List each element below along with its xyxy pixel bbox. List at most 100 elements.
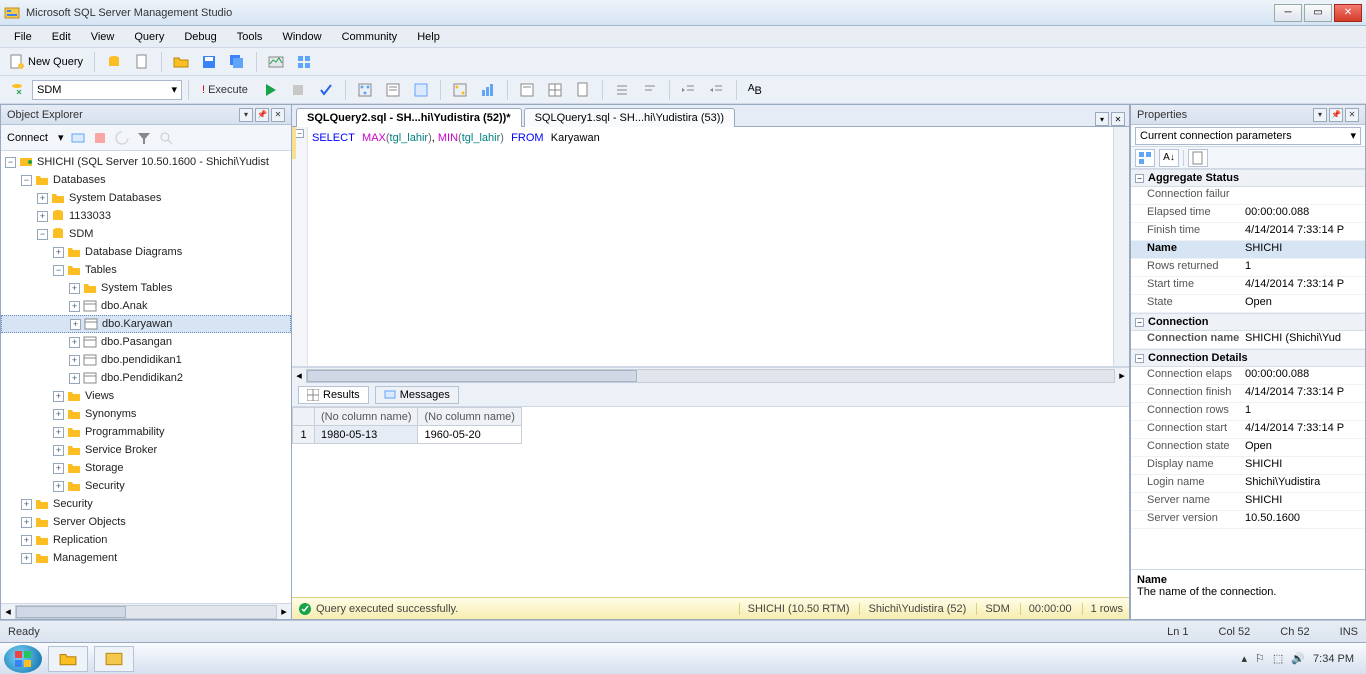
cell-1-1[interactable]: 1980-05-13 — [315, 426, 418, 444]
new-db-query-icon[interactable] — [101, 51, 127, 73]
menu-tools[interactable]: Tools — [229, 29, 271, 45]
debug-play-icon[interactable] — [257, 79, 283, 101]
menu-view[interactable]: View — [83, 29, 123, 45]
storage-node[interactable]: Storage — [85, 462, 124, 474]
mgmt-node[interactable]: Management — [53, 552, 117, 564]
prop-name-row[interactable]: NameSHICHI — [1131, 241, 1365, 259]
tab-sqlquery1[interactable]: SQLQuery1.sql - SH...hi\Yudistira (53)) — [524, 108, 736, 127]
dd-node[interactable]: Database Diagrams — [85, 246, 182, 258]
editor-content[interactable]: SELECT MAX(tgl_lahir), MIN(tgl_lahir) FR… — [308, 127, 1113, 366]
expand-toggle[interactable]: − — [37, 229, 48, 240]
col-header-2[interactable]: (No column name) — [418, 408, 521, 426]
intellisense-icon[interactable] — [408, 79, 434, 101]
actual-plan-icon[interactable] — [447, 79, 473, 101]
sec-node[interactable]: Security — [85, 480, 125, 492]
expand-toggle[interactable]: + — [53, 391, 64, 402]
menu-debug[interactable]: Debug — [176, 29, 224, 45]
save-icon[interactable] — [196, 51, 222, 73]
table-row[interactable]: 1 1980-05-13 1960-05-20 — [293, 426, 522, 444]
open-folder-icon[interactable] — [168, 51, 194, 73]
t5-node[interactable]: dbo.Pendidikan2 — [101, 372, 183, 384]
task-explorer[interactable] — [48, 646, 88, 672]
save-all-icon[interactable] — [224, 51, 250, 73]
expand-toggle[interactable]: − — [5, 157, 16, 168]
maximize-button[interactable]: ▭ — [1304, 4, 1332, 22]
t2-node[interactable]: dbo.Karyawan — [102, 318, 172, 330]
minimize-button[interactable]: ─ — [1274, 4, 1302, 22]
editor-hscrollbar[interactable]: ◂▸ — [292, 367, 1129, 383]
uncomment-icon[interactable] — [637, 79, 663, 101]
menu-query[interactable]: Query — [126, 29, 172, 45]
panel-pin-icon[interactable]: 📌 — [255, 108, 269, 122]
syn-node[interactable]: Synonyms — [85, 408, 136, 420]
stop-icon[interactable] — [285, 79, 311, 101]
expand-toggle[interactable]: + — [69, 337, 80, 348]
hscrollbar[interactable]: ◂▸ — [1, 603, 291, 619]
expand-toggle[interactable]: + — [21, 517, 32, 528]
execute-button[interactable]: ! Execute — [195, 79, 255, 101]
stop-refresh-icon[interactable] — [92, 130, 108, 146]
sql-editor[interactable]: − SELECT MAX(tgl_lahir), MIN(tgl_lahir) … — [292, 127, 1129, 367]
databases-node[interactable]: Databases — [53, 174, 106, 186]
comment-icon[interactable] — [609, 79, 635, 101]
results-text-icon[interactable] — [514, 79, 540, 101]
expand-toggle[interactable]: + — [21, 535, 32, 546]
expand-toggle[interactable]: + — [53, 481, 64, 492]
t1-node[interactable]: dbo.Anak — [101, 300, 147, 312]
systables-node[interactable]: System Tables — [101, 282, 172, 294]
expand-toggle[interactable]: + — [69, 301, 80, 312]
expand-toggle[interactable]: + — [69, 355, 80, 366]
expand-toggle[interactable]: + — [21, 553, 32, 564]
filter-icon[interactable] — [136, 130, 152, 146]
sysdb-node[interactable]: System Databases — [69, 192, 161, 204]
properties-combo[interactable]: Current connection parameters▾ — [1135, 127, 1361, 145]
tray-network-icon[interactable]: ⬚ — [1273, 652, 1283, 665]
alphabetical-icon[interactable]: A↓ — [1159, 149, 1179, 167]
database-combo[interactable]: SDM ▾ — [32, 80, 182, 100]
outdent-icon[interactable] — [704, 79, 730, 101]
start-button[interactable] — [4, 645, 42, 673]
property-pages-icon[interactable] — [1188, 149, 1208, 167]
t3-node[interactable]: dbo.Pasangan — [101, 336, 172, 348]
connect-label[interactable]: Connect — [7, 132, 48, 144]
tab-close-icon[interactable]: ✕ — [1111, 112, 1125, 126]
results-grid[interactable]: (No column name) (No column name) 1 1980… — [292, 407, 1129, 597]
change-connection-icon[interactable] — [4, 79, 30, 101]
expand-toggle[interactable]: + — [53, 463, 64, 474]
cell-1-2[interactable]: 1960-05-20 — [418, 426, 521, 444]
results-grid-icon[interactable] — [542, 79, 568, 101]
expand-toggle[interactable]: + — [53, 409, 64, 420]
disconnect-icon[interactable] — [70, 130, 86, 146]
task-ssms[interactable] — [94, 646, 134, 672]
expand-toggle[interactable]: − — [53, 265, 64, 276]
menu-help[interactable]: Help — [409, 29, 448, 45]
system-tray[interactable]: ▴ ⚐ ⬚ 🔊 7:34 PM — [1234, 652, 1362, 665]
tab-messages[interactable]: Messages — [375, 386, 459, 404]
panel-close-icon[interactable]: ✕ — [271, 108, 285, 122]
expand-toggle[interactable]: + — [53, 427, 64, 438]
vscrollbar[interactable] — [1113, 127, 1129, 366]
rep-node[interactable]: Replication — [53, 534, 107, 546]
menu-file[interactable]: File — [6, 29, 40, 45]
menu-community[interactable]: Community — [334, 29, 406, 45]
fold-toggle[interactable]: − — [295, 129, 304, 138]
group-details[interactable]: −Connection Details — [1131, 349, 1365, 367]
estimated-plan-icon[interactable] — [352, 79, 378, 101]
registered-servers-icon[interactable] — [291, 51, 317, 73]
views-node[interactable]: Views — [85, 390, 114, 402]
tray-chevron-icon[interactable]: ▴ — [1242, 652, 1248, 665]
client-stats-icon[interactable] — [475, 79, 501, 101]
menu-edit[interactable]: Edit — [44, 29, 79, 45]
tray-clock[interactable]: 7:34 PM — [1313, 653, 1354, 665]
object-tree[interactable]: −SHICHI (SQL Server 10.50.1600 - Shichi\… — [1, 153, 291, 567]
tray-volume-icon[interactable]: 🔊 — [1291, 652, 1305, 665]
sec2-node[interactable]: Security — [53, 498, 93, 510]
property-grid[interactable]: −Aggregate Status Connection failur Elap… — [1131, 169, 1365, 569]
menu-window[interactable]: Window — [274, 29, 329, 45]
tab-results[interactable]: Results — [298, 386, 369, 404]
tray-flag-icon[interactable]: ⚐ — [1255, 652, 1265, 665]
so-node[interactable]: Server Objects — [53, 516, 126, 528]
indent-icon[interactable] — [676, 79, 702, 101]
query-options-icon[interactable] — [380, 79, 406, 101]
panel-dropdown-icon[interactable]: ▾ — [1313, 108, 1327, 122]
